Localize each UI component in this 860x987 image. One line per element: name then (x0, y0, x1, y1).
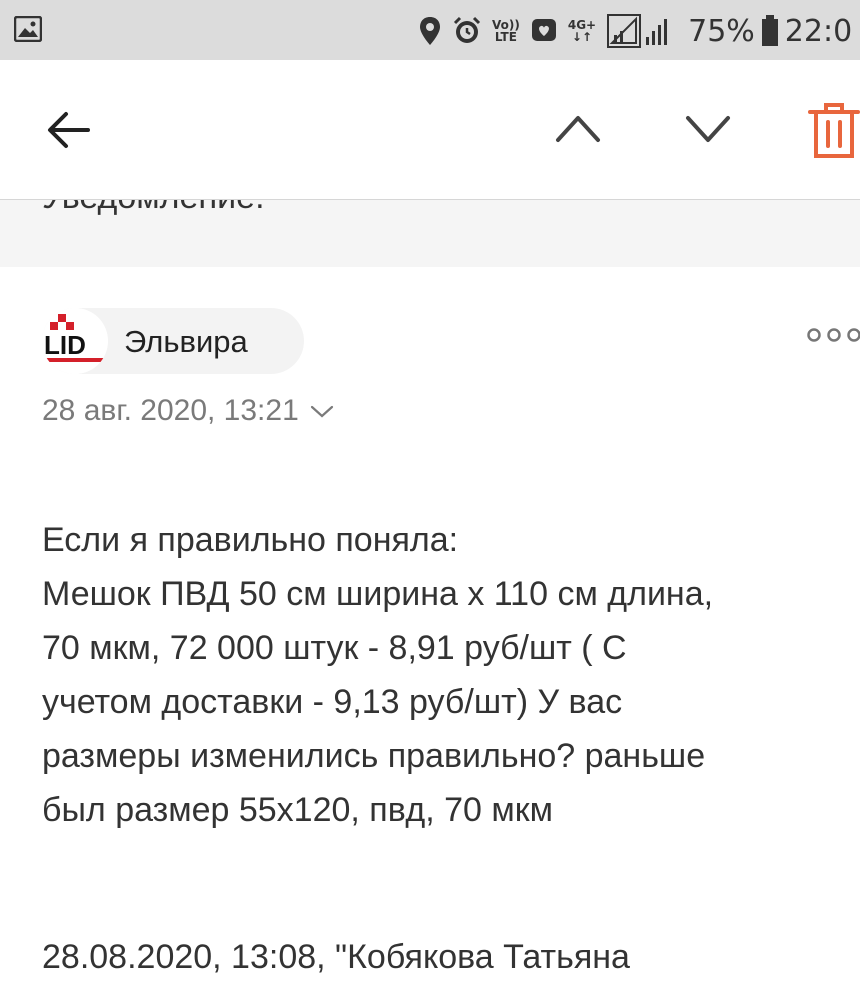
logo-text: LID (44, 330, 86, 360)
quoted-message-header: 28.08.2020, 13:08, "Кобякова Татьяна (42, 938, 630, 976)
body-line: размеры изменились правильно? раньше (42, 737, 706, 775)
body-line: Мешок ПВД 50 см ширина х 110 см длина, (42, 575, 714, 613)
chevron-down-icon (310, 405, 333, 418)
previous-message-snippet[interactable]: Уведомление. (0, 200, 860, 267)
location-icon (420, 17, 440, 45)
alarm-icon (453, 16, 481, 43)
body-line: Если я правильно поняла: (42, 521, 459, 559)
status-icons: Vo)) LTE 4G+ ↓↑ 75% 22:0 (418, 8, 852, 54)
avatar: LID (42, 308, 108, 374)
chevron-down-icon[interactable] (682, 106, 734, 150)
sender-name[interactable]: Эльвира (124, 324, 248, 360)
status-bar: Vo)) LTE 4G+ ↓↑ 75% 22:0 (0, 0, 860, 60)
data-bottom-label: ↓↑ (571, 30, 593, 44)
body-line: учетом доставки - 9,13 руб/шт) У вас (42, 683, 623, 721)
volte-bottom-label: LTE (494, 30, 517, 44)
message-icon (531, 19, 556, 41)
clock: 22:0 (784, 13, 853, 49)
message-body: Если я правильно поняла: Мешок ПВД 50 см… (42, 513, 842, 837)
gallery-icon (14, 16, 42, 42)
previous-message-text: Уведомление. (42, 200, 265, 217)
date-text: 28 авг. 2020, 13:21 (42, 394, 299, 427)
body-line: 70 мкм, 72 000 штук - 8,91 руб/шт ( С (42, 629, 627, 667)
battery-percent: 75% (688, 13, 755, 49)
battery-icon (761, 15, 778, 46)
body-line: был размер 55х120, пвд, 70 мкм (42, 791, 554, 829)
more-dots-icon[interactable] (806, 320, 860, 350)
message-toolbar (0, 60, 860, 200)
volte-icon: Vo)) LTE (492, 19, 520, 43)
signal-icon (607, 14, 668, 48)
lid-logo-icon: LID (42, 308, 108, 374)
trash-icon[interactable] (806, 100, 860, 160)
chevron-up-icon[interactable] (552, 106, 604, 150)
arrow-left-icon[interactable] (44, 108, 94, 152)
4g-data-icon: 4G+ ↓↑ (568, 19, 596, 43)
message-date[interactable]: 28 авг. 2020, 13:21 (42, 394, 335, 428)
